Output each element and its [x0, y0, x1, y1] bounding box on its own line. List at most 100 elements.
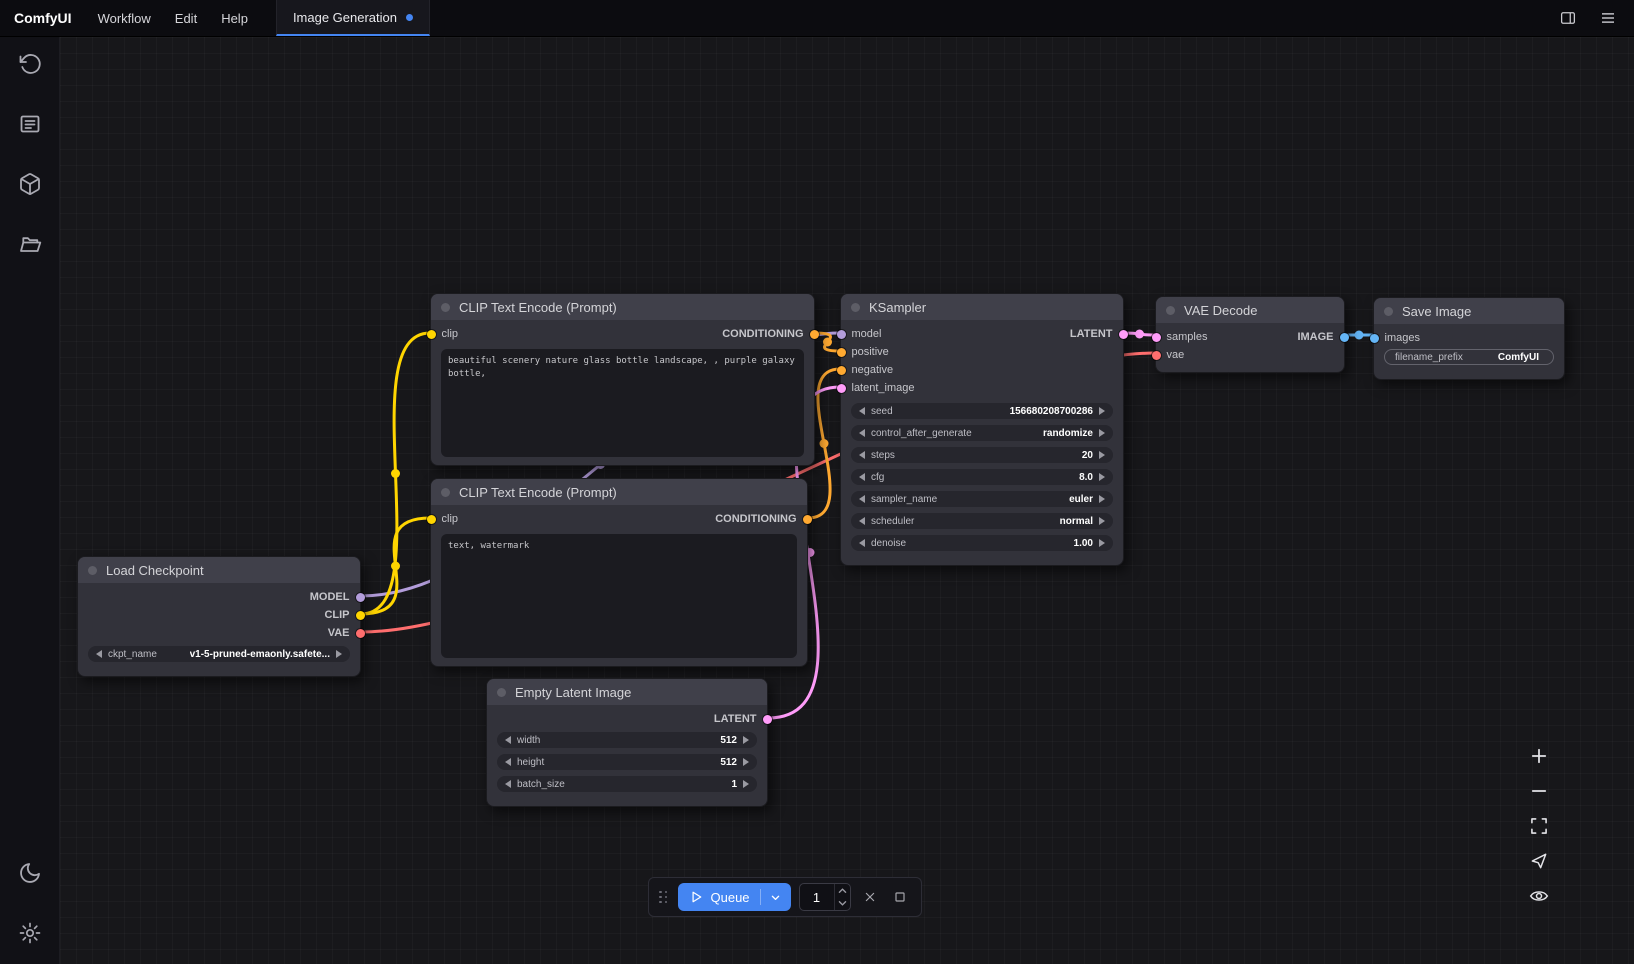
stop-square-icon[interactable]	[889, 886, 911, 908]
batch-count-input[interactable]: 1	[799, 883, 851, 911]
decrement-arrow-icon[interactable]	[859, 429, 865, 437]
node-library-icon[interactable]	[17, 111, 43, 137]
conditioning-port-dot[interactable]	[803, 515, 812, 524]
node-header[interactable]: Load Checkpoint	[78, 557, 360, 583]
menu-icon[interactable]	[1598, 8, 1618, 28]
link-midpoint-dot[interactable]	[391, 469, 400, 478]
tab-image-generation[interactable]: Image Generation	[276, 0, 430, 36]
input-positive[interactable]: positive	[852, 346, 889, 358]
fit-view-icon[interactable]	[1528, 815, 1550, 837]
widget-sampler-name[interactable]: sampler_name euler	[851, 491, 1113, 507]
batch-increment-button[interactable]	[835, 884, 850, 897]
decrement-arrow-icon[interactable]	[505, 780, 511, 788]
clip-port-dot[interactable]	[427, 330, 436, 339]
vae-port-dot[interactable]	[356, 629, 365, 638]
widget-filename-prefix[interactable]: filename_prefix ComfyUI	[1384, 349, 1554, 365]
image-port-dot[interactable]	[1370, 334, 1379, 343]
link-midpoint-dot[interactable]	[1355, 331, 1364, 340]
input-model[interactable]: model	[852, 328, 881, 340]
input-samples[interactable]: samples	[1167, 331, 1207, 343]
input-negative[interactable]: negative	[852, 364, 893, 376]
widget-batch-size[interactable]: batch_size 1	[497, 776, 757, 792]
increment-arrow-icon[interactable]	[1099, 517, 1105, 525]
conditioning-port-dot[interactable]	[837, 348, 846, 357]
menu-edit[interactable]: Edit	[163, 0, 209, 36]
node-save-image[interactable]: Save Image images filename_prefix ComfyU…	[1373, 297, 1565, 380]
collapse-dot[interactable]	[497, 688, 506, 697]
output-image[interactable]: IMAGE	[1297, 331, 1333, 343]
output-latent[interactable]: LATENT	[714, 713, 756, 725]
increment-arrow-icon[interactable]	[743, 758, 749, 766]
node-ksampler[interactable]: KSampler model LATENT positive	[840, 293, 1124, 566]
link-midpoint-dot[interactable]	[820, 439, 829, 448]
prompt-textarea[interactable]: text, watermark	[441, 534, 797, 658]
theme-toggle-moon-icon[interactable]	[17, 860, 43, 886]
widget-width[interactable]: width 512	[497, 732, 757, 748]
queue-button[interactable]: Queue	[678, 883, 791, 911]
latent-port-dot[interactable]	[837, 384, 846, 393]
widget-denoise[interactable]: denoise 1.00	[851, 535, 1113, 551]
node-empty-latent-image[interactable]: Empty Latent Image LATENT width 512 heig…	[486, 678, 768, 807]
node-load-checkpoint[interactable]: Load Checkpoint MODEL CLIP VAE	[77, 556, 361, 677]
widget-steps[interactable]: steps 20	[851, 447, 1113, 463]
batch-count-value[interactable]: 1	[800, 884, 834, 910]
decrement-arrow-icon[interactable]	[859, 495, 865, 503]
decrement-arrow-icon[interactable]	[859, 473, 865, 481]
model-port-dot[interactable]	[837, 330, 846, 339]
output-vae[interactable]: VAE	[328, 627, 349, 639]
output-latent[interactable]: LATENT	[1070, 328, 1112, 340]
menu-workflow[interactable]: Workflow	[86, 0, 163, 36]
increment-arrow-icon[interactable]	[336, 650, 342, 658]
decrement-arrow-icon[interactable]	[859, 407, 865, 415]
widget-ckpt-name[interactable]: ckpt_name v1-5-pruned-emaonly.safete...	[88, 646, 350, 662]
input-latent-image[interactable]: latent_image	[852, 382, 915, 394]
decrement-arrow-icon[interactable]	[96, 650, 102, 658]
collapse-dot[interactable]	[851, 303, 860, 312]
collapse-dot[interactable]	[441, 488, 450, 497]
drag-handle[interactable]	[659, 891, 668, 904]
chevron-down-icon[interactable]	[768, 890, 783, 905]
navigate-cursor-icon[interactable]	[1528, 850, 1550, 872]
input-clip[interactable]: clip	[442, 328, 458, 340]
output-model[interactable]: MODEL	[310, 591, 349, 603]
model-library-icon[interactable]	[17, 171, 43, 197]
increment-arrow-icon[interactable]	[743, 736, 749, 744]
clip-port-dot[interactable]	[356, 611, 365, 620]
collapse-dot[interactable]	[1166, 306, 1175, 315]
node-header[interactable]: KSampler	[841, 294, 1123, 320]
decrement-arrow-icon[interactable]	[859, 539, 865, 547]
link-midpoint-dot[interactable]	[823, 338, 832, 347]
node-graph-canvas[interactable]: Load Checkpoint MODEL CLIP VAE	[60, 37, 1634, 964]
decrement-arrow-icon[interactable]	[505, 736, 511, 744]
collapse-dot[interactable]	[441, 303, 450, 312]
node-header[interactable]: Save Image	[1374, 298, 1564, 324]
collapse-dot[interactable]	[1384, 307, 1393, 316]
widget-seed[interactable]: seed 156680208700286	[851, 403, 1113, 419]
batch-decrement-button[interactable]	[835, 897, 850, 910]
clear-queue-x-icon[interactable]	[859, 886, 881, 908]
decrement-arrow-icon[interactable]	[859, 517, 865, 525]
menu-help[interactable]: Help	[209, 0, 260, 36]
zoom-in-plus-icon[interactable]	[1528, 745, 1550, 767]
increment-arrow-icon[interactable]	[1099, 407, 1105, 415]
widget-scheduler[interactable]: scheduler normal	[851, 513, 1113, 529]
increment-arrow-icon[interactable]	[1099, 495, 1105, 503]
increment-arrow-icon[interactable]	[1099, 451, 1105, 459]
zoom-out-minus-icon[interactable]	[1528, 780, 1550, 802]
output-conditioning[interactable]: CONDITIONING	[722, 328, 803, 340]
increment-arrow-icon[interactable]	[1099, 473, 1105, 481]
prompt-textarea[interactable]: beautiful scenery nature glass bottle la…	[441, 349, 804, 457]
widget-control-after-generate[interactable]: control_after_generate randomize	[851, 425, 1113, 441]
toggle-link-visibility-eye-icon[interactable]	[1528, 885, 1550, 907]
conditioning-port-dot[interactable]	[810, 330, 819, 339]
increment-arrow-icon[interactable]	[1099, 539, 1105, 547]
link-midpoint-dot[interactable]	[1135, 330, 1144, 339]
node-header[interactable]: VAE Decode	[1156, 297, 1344, 323]
widget-cfg[interactable]: cfg 8.0	[851, 469, 1113, 485]
latent-port-dot[interactable]	[763, 715, 772, 724]
node-header[interactable]: CLIP Text Encode (Prompt)	[431, 294, 814, 320]
node-clip-text-encode-positive[interactable]: CLIP Text Encode (Prompt) clip CONDITION…	[430, 293, 815, 466]
image-port-dot[interactable]	[1340, 333, 1349, 342]
collapse-dot[interactable]	[88, 566, 97, 575]
decrement-arrow-icon[interactable]	[505, 758, 511, 766]
